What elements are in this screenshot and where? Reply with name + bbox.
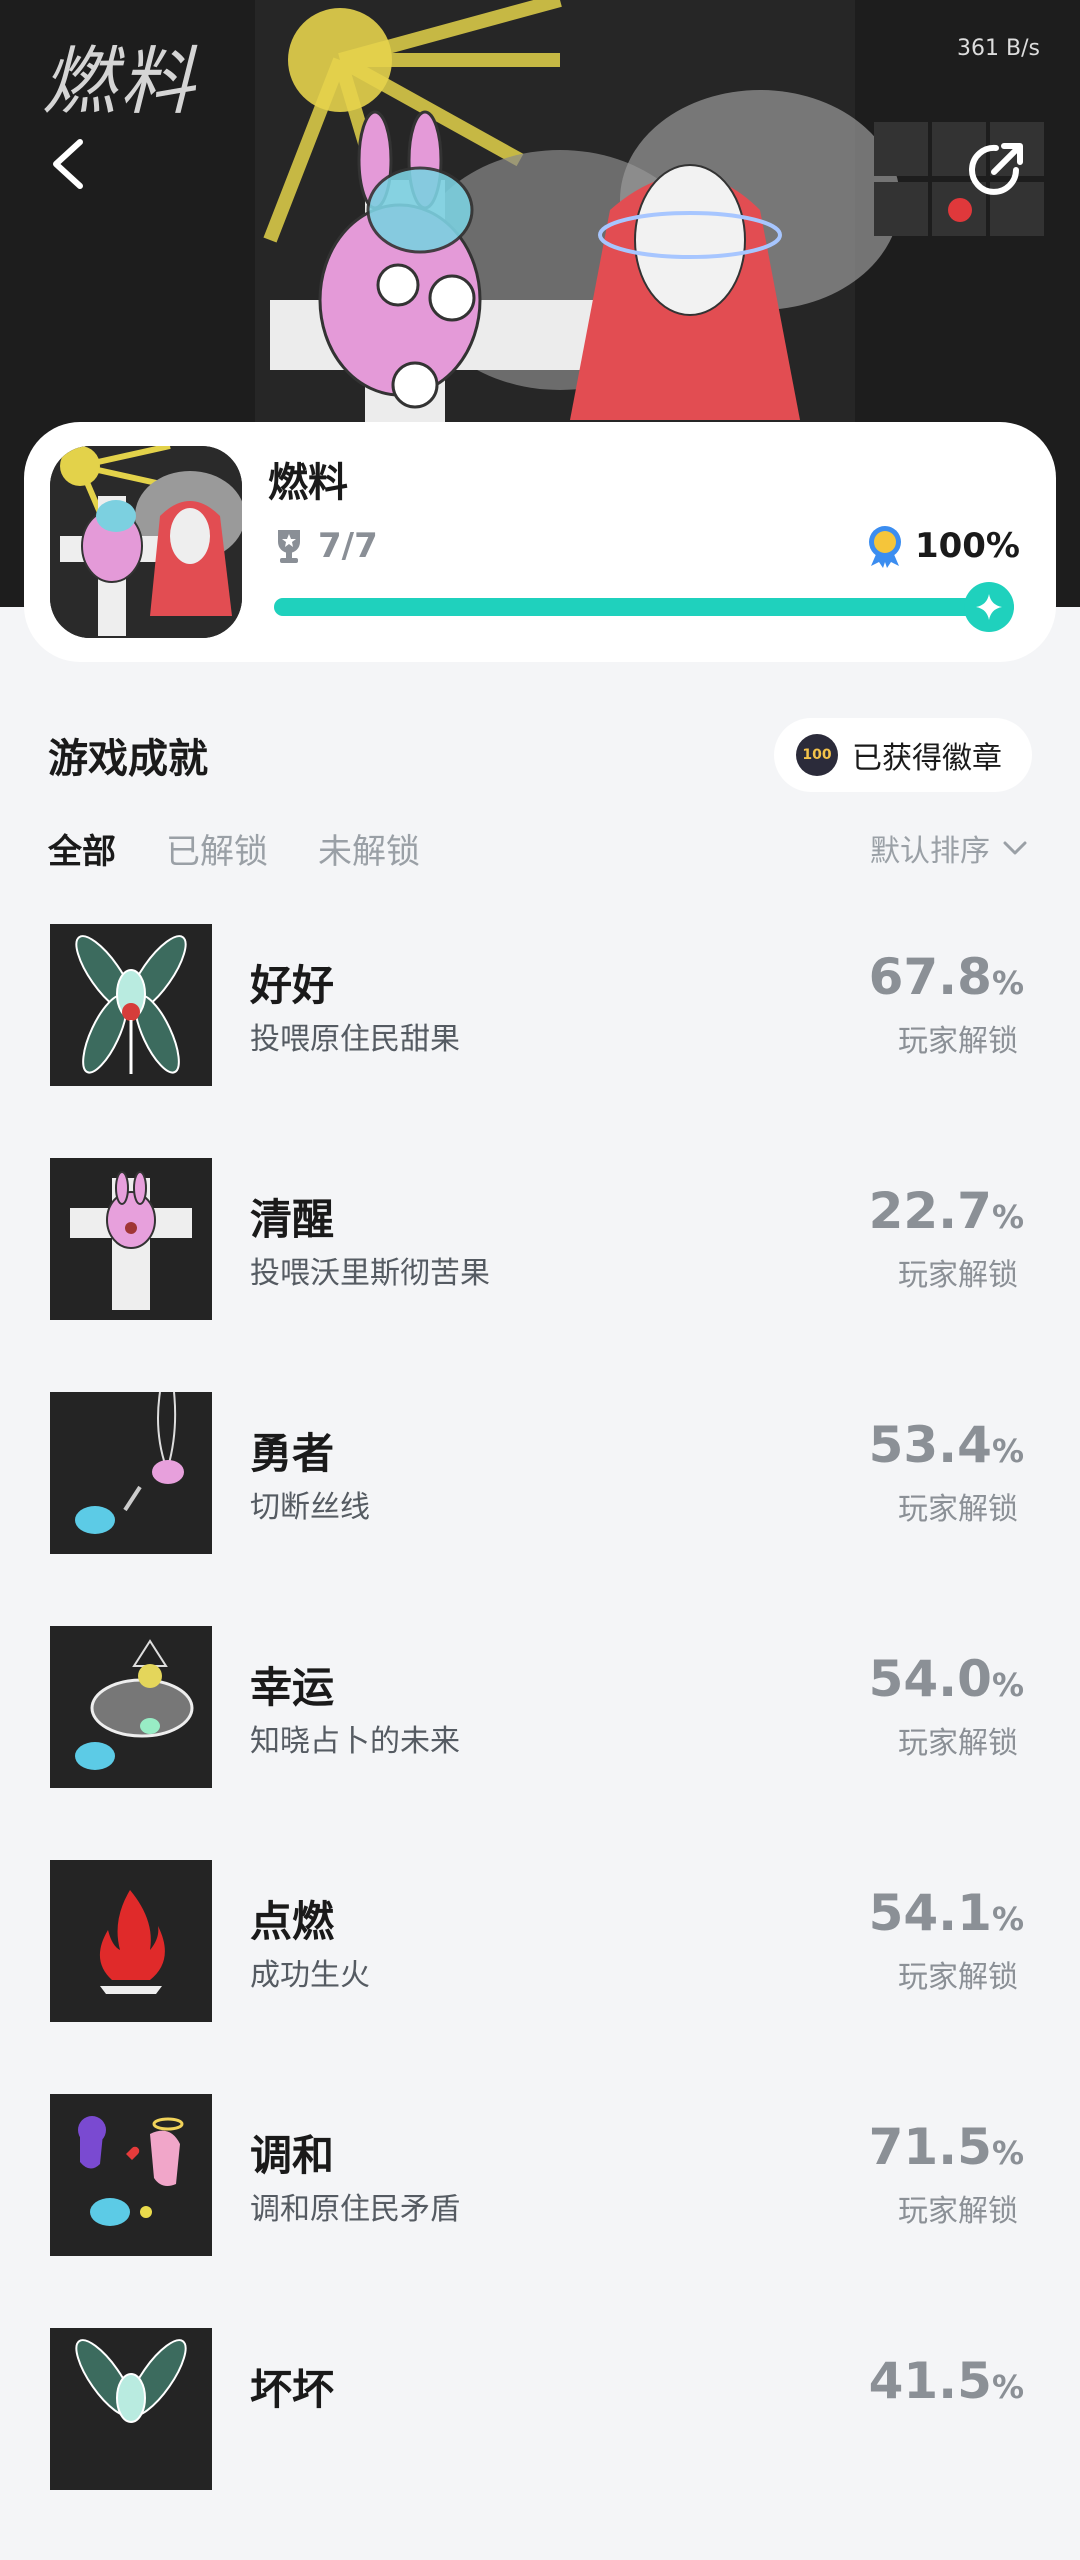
badge-avatar-icon: 100 — [796, 734, 838, 776]
list-item[interactable]: 调和 调和原住民矛盾 71.5% 玩家解锁 — [0, 2092, 1080, 2326]
unlock-rate-label: 玩家解锁 — [898, 1258, 1018, 1293]
progress-star-knob — [964, 582, 1014, 632]
game-cover-image — [50, 446, 242, 638]
network-speed: 361 B/s — [957, 36, 1040, 61]
unlock-rate-label: 玩家解锁 — [898, 1726, 1018, 1761]
sort-dropdown[interactable]: 默认排序 — [870, 826, 1028, 870]
fortune-cloud-icon — [50, 1626, 212, 1788]
unlock-rate-label: 玩家解锁 — [898, 1492, 1018, 1527]
achievement-desc: 成功生火 — [250, 1958, 370, 1993]
earned-badges-label: 已获得徽章 — [852, 741, 1002, 776]
tab-unlocked[interactable]: 已解锁 — [166, 824, 268, 873]
achievement-name: 坏坏 — [250, 2365, 335, 2414]
fire-icon — [50, 1860, 212, 2022]
list-item[interactable]: 坏坏 41.5% — [0, 2326, 1080, 2560]
reconcile-icon — [50, 2094, 212, 2256]
share-icon — [969, 143, 1023, 195]
unlock-rate: 71.5% — [868, 2118, 1024, 2176]
medal-icon — [868, 526, 901, 568]
earned-badges-button[interactable]: 100 已获得徽章 — [774, 718, 1032, 792]
completion-percent: 100% — [914, 526, 1020, 566]
unlock-rate: 67.8% — [868, 948, 1024, 1006]
unlock-rate: 54.0% — [868, 1650, 1024, 1708]
achievement-desc: 调和原住民矛盾 — [250, 2192, 460, 2227]
back-button[interactable] — [48, 136, 108, 196]
cut-thread-icon — [50, 1392, 212, 1554]
trophy-icon — [278, 530, 300, 563]
achievement-desc: 投喂沃里斯彻苦果 — [250, 1256, 490, 1291]
game-summary-card: 燃料 7/7 100% — [24, 422, 1056, 662]
filter-tabs: 全部 已解锁 未解锁 — [48, 824, 470, 873]
unlock-rate-label: 玩家解锁 — [898, 1960, 1018, 1995]
achievement-desc: 投喂原住民甜果 — [250, 1022, 460, 1057]
unlock-rate: 41.5% — [868, 2352, 1024, 2410]
achievement-name: 清醒 — [250, 1195, 335, 1244]
achievement-desc: 切断丝线 — [250, 1490, 370, 1525]
completion-progress-fill — [274, 598, 1014, 616]
tab-locked[interactable]: 未解锁 — [318, 824, 420, 873]
unlock-rate-label: 玩家解锁 — [898, 2194, 1018, 2229]
trophy-progress: 7/7 — [274, 526, 378, 566]
status-bar: 361 B/s — [0, 0, 1080, 90]
achievement-list: 好好 投喂原住民甜果 67.8% 玩家解锁 清醒 投喂沃里斯彻苦果 22.7% … — [0, 922, 1080, 2560]
unlock-rate: 53.4% — [868, 1416, 1024, 1474]
list-item[interactable]: 勇者 切断丝线 53.4% 玩家解锁 — [0, 1390, 1080, 1624]
sparkle-icon — [976, 594, 1002, 620]
list-item[interactable]: 幸运 知晓占卜的未来 54.0% 玩家解锁 — [0, 1624, 1080, 1858]
list-item[interactable]: 清醒 投喂沃里斯彻苦果 22.7% 玩家解锁 — [0, 1156, 1080, 1390]
achievement-name: 幸运 — [250, 1663, 335, 1712]
unlock-rate: 54.1% — [868, 1884, 1024, 1942]
completion-rate: 100% — [865, 524, 1020, 568]
trophy-count: 7/7 — [318, 526, 378, 566]
sort-label: 默认排序 — [870, 834, 990, 869]
dragonfly-icon — [50, 924, 212, 1086]
achievement-desc: 知晓占卜的未来 — [250, 1724, 460, 1759]
unlock-rate: 22.7% — [868, 1182, 1024, 1240]
achievement-name: 勇者 — [250, 1429, 335, 1478]
list-item[interactable]: 好好 投喂原住民甜果 67.8% 玩家解锁 — [0, 922, 1080, 1156]
unlock-rate-label: 玩家解锁 — [898, 1024, 1018, 1059]
tab-all[interactable]: 全部 — [48, 824, 116, 873]
game-title: 燃料 — [268, 460, 348, 506]
cross-bunny-icon — [50, 1158, 212, 1320]
chevron-down-icon — [1003, 841, 1027, 855]
section-title: 游戏成就 — [48, 736, 208, 782]
achievement-name: 点燃 — [250, 1897, 335, 1946]
list-item[interactable]: 点燃 成功生火 54.1% 玩家解锁 — [0, 1858, 1080, 2092]
share-button[interactable] — [966, 136, 1036, 206]
completion-progress-bar — [274, 582, 1014, 632]
dragonfly-icon — [50, 2328, 212, 2490]
achievement-name: 好好 — [250, 961, 335, 1010]
chevron-left-icon — [53, 139, 83, 189]
achievement-name: 调和 — [250, 2131, 335, 2180]
